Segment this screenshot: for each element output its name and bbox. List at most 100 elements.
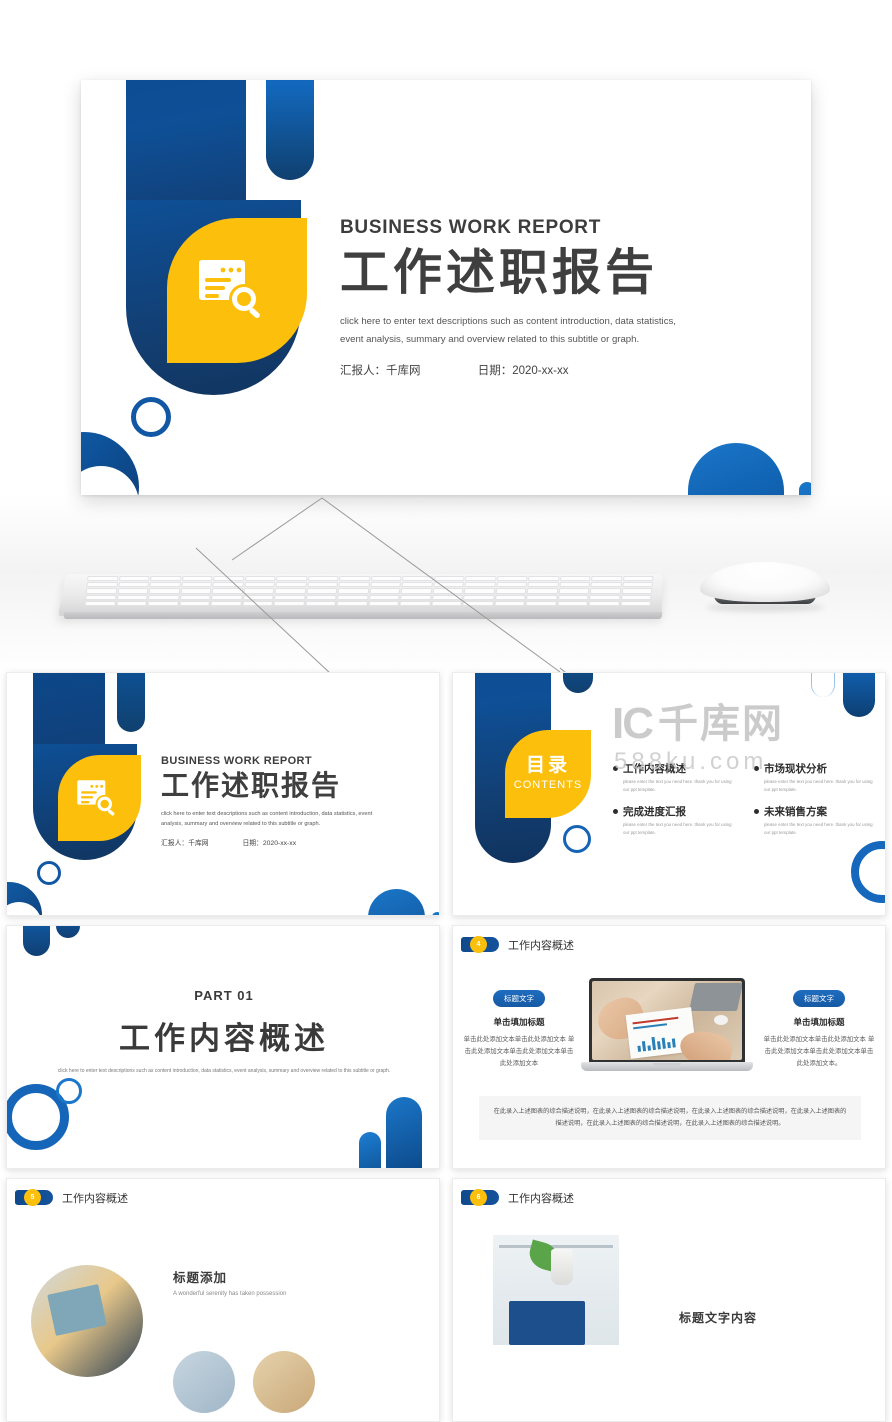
column-heading: 单击填加标题 [493, 1018, 545, 1028]
hero-title: 工作述职报告 [340, 244, 659, 301]
thumb1-meta: 汇报人：千库网 日期：2020-xx-xx [161, 837, 421, 847]
summary-note: 在此录入上述图表的综合描述说明，在此录入上述图表的综合描述说明，在此录入上述图表… [479, 1096, 861, 1140]
contents-list: 工作内容概述 please enter the text you need he… [613, 761, 873, 837]
photo-vase [551, 1249, 573, 1285]
bullet-dot-icon [754, 766, 759, 771]
column-body: 单击此处添加文本单击此处添加文本 单击此处添加文本单击此处添加文本单击此处添加文… [463, 1035, 575, 1068]
mouse-shell [700, 562, 830, 602]
contents-item-title: 工作内容概述 [623, 763, 686, 775]
photo-chart-line-red [632, 1016, 679, 1025]
slide-header-title: 工作内容概述 [508, 1191, 574, 1205]
slide-header-title: 工作内容概述 [508, 938, 574, 952]
photo-chart-bars [636, 1031, 676, 1052]
keyboard-row [87, 576, 654, 582]
contents-item[interactable]: 未来销售方案 please enter the text you need he… [754, 804, 873, 837]
content-heading: 标题添加 [173, 1270, 228, 1285]
slide-header: 4 工作内容概述 [461, 936, 574, 953]
hero-slide: BUSINESS WORK REPORT 工作述职报告 click here t… [81, 80, 811, 495]
slide-header: 6 工作内容概述 [461, 1189, 574, 1206]
slide-number-badge: 5 [15, 1189, 53, 1206]
decor-pill-edge [432, 912, 439, 915]
keyboard-base [63, 612, 663, 619]
decor-pill-large [386, 1097, 422, 1168]
hero-text-block: BUSINESS WORK REPORT 工作述职报告 click here t… [340, 217, 760, 378]
decor-ring-small [56, 1078, 82, 1104]
decor-yellow-leaf: 目录 CONTENTS [505, 730, 591, 818]
slide-number-badge: 6 [461, 1189, 499, 1206]
decor-pill-large [368, 889, 425, 915]
photo-workspace [493, 1235, 619, 1345]
mouse-mockup [700, 562, 830, 612]
keyboard-keys [84, 576, 654, 606]
slide-thumbnail-4[interactable]: 4 工作内容概述 标题文字 单击填加标题 单击此处添加文本单击此处添加文本 单击… [452, 925, 886, 1169]
decor-pill-top-b [56, 926, 80, 938]
photo-shelf-rod [499, 1245, 613, 1248]
contents-item-title: 市场现状分析 [764, 763, 827, 775]
column-pill: 标题文字 [793, 990, 845, 1007]
part-description: click here to enter text descriptions su… [57, 1068, 391, 1074]
summary-note-text: 在此录入上述图表的综合描述说明，在此录入上述图表的综合描述说明，在此录入上述图表… [493, 1107, 847, 1127]
mouse-shadow [706, 603, 824, 612]
contents-item-header: 市场现状分析 [754, 761, 873, 776]
badge-circle: 5 [24, 1189, 41, 1206]
contents-item-title: 完成进度汇报 [623, 805, 686, 818]
document-search-icon [77, 780, 115, 816]
slide-thumbnail-3[interactable]: PART 01 工作内容概述 click here to enter text … [6, 925, 440, 1169]
slide-thumbnail-1[interactable]: BUSINESS WORK REPORT 工作述职报告 click here t… [6, 672, 440, 916]
decor-outline-pill [811, 673, 835, 697]
decor-blue-bar-thin [563, 673, 593, 693]
hero-reporter: 汇报人：千库网 [340, 365, 421, 378]
document-search-icon [199, 260, 260, 319]
hero-kicker: BUSINESS WORK REPORT [340, 217, 602, 238]
content-column-right: 标题文字 单击填加标题 单击此处添加文本单击此处添加文本 单击此处添加文本单击此… [763, 988, 875, 1070]
slide-header-title: 工作内容概述 [62, 1191, 128, 1205]
slide-thumbnail-5[interactable]: 5 工作内容概述 标题添加 A wonderful serenity has t… [6, 1178, 440, 1422]
bullet-dot-icon [613, 766, 618, 771]
laptop-screen [589, 978, 745, 1063]
contents-item[interactable]: 完成进度汇报 please enter the text you need he… [613, 804, 732, 837]
decor-pill-edge [799, 482, 811, 495]
column-heading: 单击填加标题 [793, 1018, 845, 1028]
decor-ring-small [131, 397, 171, 437]
slide-number-badge: 4 [461, 936, 499, 953]
part-number: PART 01 [194, 988, 254, 1003]
hero-date: 日期：2020-xx-xx [477, 365, 569, 378]
thumb1-title: 工作述职报告 [161, 769, 342, 802]
keyboard-row [86, 582, 653, 588]
column-pill: 标题文字 [493, 990, 545, 1007]
photo-chart-line-blue [633, 1023, 668, 1030]
thumb1-description: click here to enter text descriptions su… [161, 810, 373, 827]
thumb1-kicker: BUSINESS WORK REPORT [161, 755, 313, 767]
slide-header: 5 工作内容概述 [15, 1189, 128, 1206]
photo-circle-small-b [253, 1351, 315, 1413]
decor-blue-bar-thin [117, 673, 145, 732]
contents-item[interactable]: 市场现状分析 please enter the text you need he… [754, 761, 873, 794]
keyboard-mockup [58, 556, 682, 626]
keyboard-row [85, 594, 652, 600]
contents-item[interactable]: 工作内容概述 please enter the text you need he… [613, 761, 732, 794]
photo-mouse [714, 1015, 728, 1025]
photo-monitor [509, 1301, 585, 1345]
contents-label: 目录 CONTENTS [505, 750, 591, 791]
page-root: BUSINESS WORK REPORT 工作述职报告 click here t… [0, 0, 892, 1422]
laptop-photo [592, 981, 742, 1060]
decor-blue-bar-thin [266, 80, 314, 180]
decor-ring-small [563, 825, 591, 853]
content-text-block: 标题添加 A wonderful serenity has taken poss… [173, 1267, 423, 1297]
keyboard-row [85, 588, 653, 594]
photo-circle-small-a [173, 1351, 235, 1413]
thumb1-reporter: 汇报人：千库网 [161, 840, 209, 848]
contents-item-sub: please enter the text you need here. tha… [623, 821, 732, 835]
contents-label-en: CONTENTS [513, 779, 583, 791]
decor-yellow-leaf [58, 755, 141, 841]
slide-thumbnail-2[interactable]: 目录 CONTENTS 工作内容概述 please enter the text… [452, 672, 886, 916]
thumb1-date: 日期：2020-xx-xx [242, 840, 297, 848]
bullet-dot-icon [613, 808, 618, 814]
column-body: 单击此处添加文本单击此处添加文本 单击此处添加文本单击此处添加文本单击此处添加文… [763, 1035, 875, 1068]
content-subtext: A wonderful serenity has taken possessio… [173, 1291, 287, 1297]
slide-thumbnail-6[interactable]: 6 工作内容概述 标题文字内容 [452, 1178, 886, 1422]
part-title: 工作内容概述 [119, 1021, 329, 1057]
decor-yellow-leaf [167, 218, 307, 363]
decor-pill-large [843, 673, 875, 717]
contents-item-header: 工作内容概述 [613, 761, 732, 776]
